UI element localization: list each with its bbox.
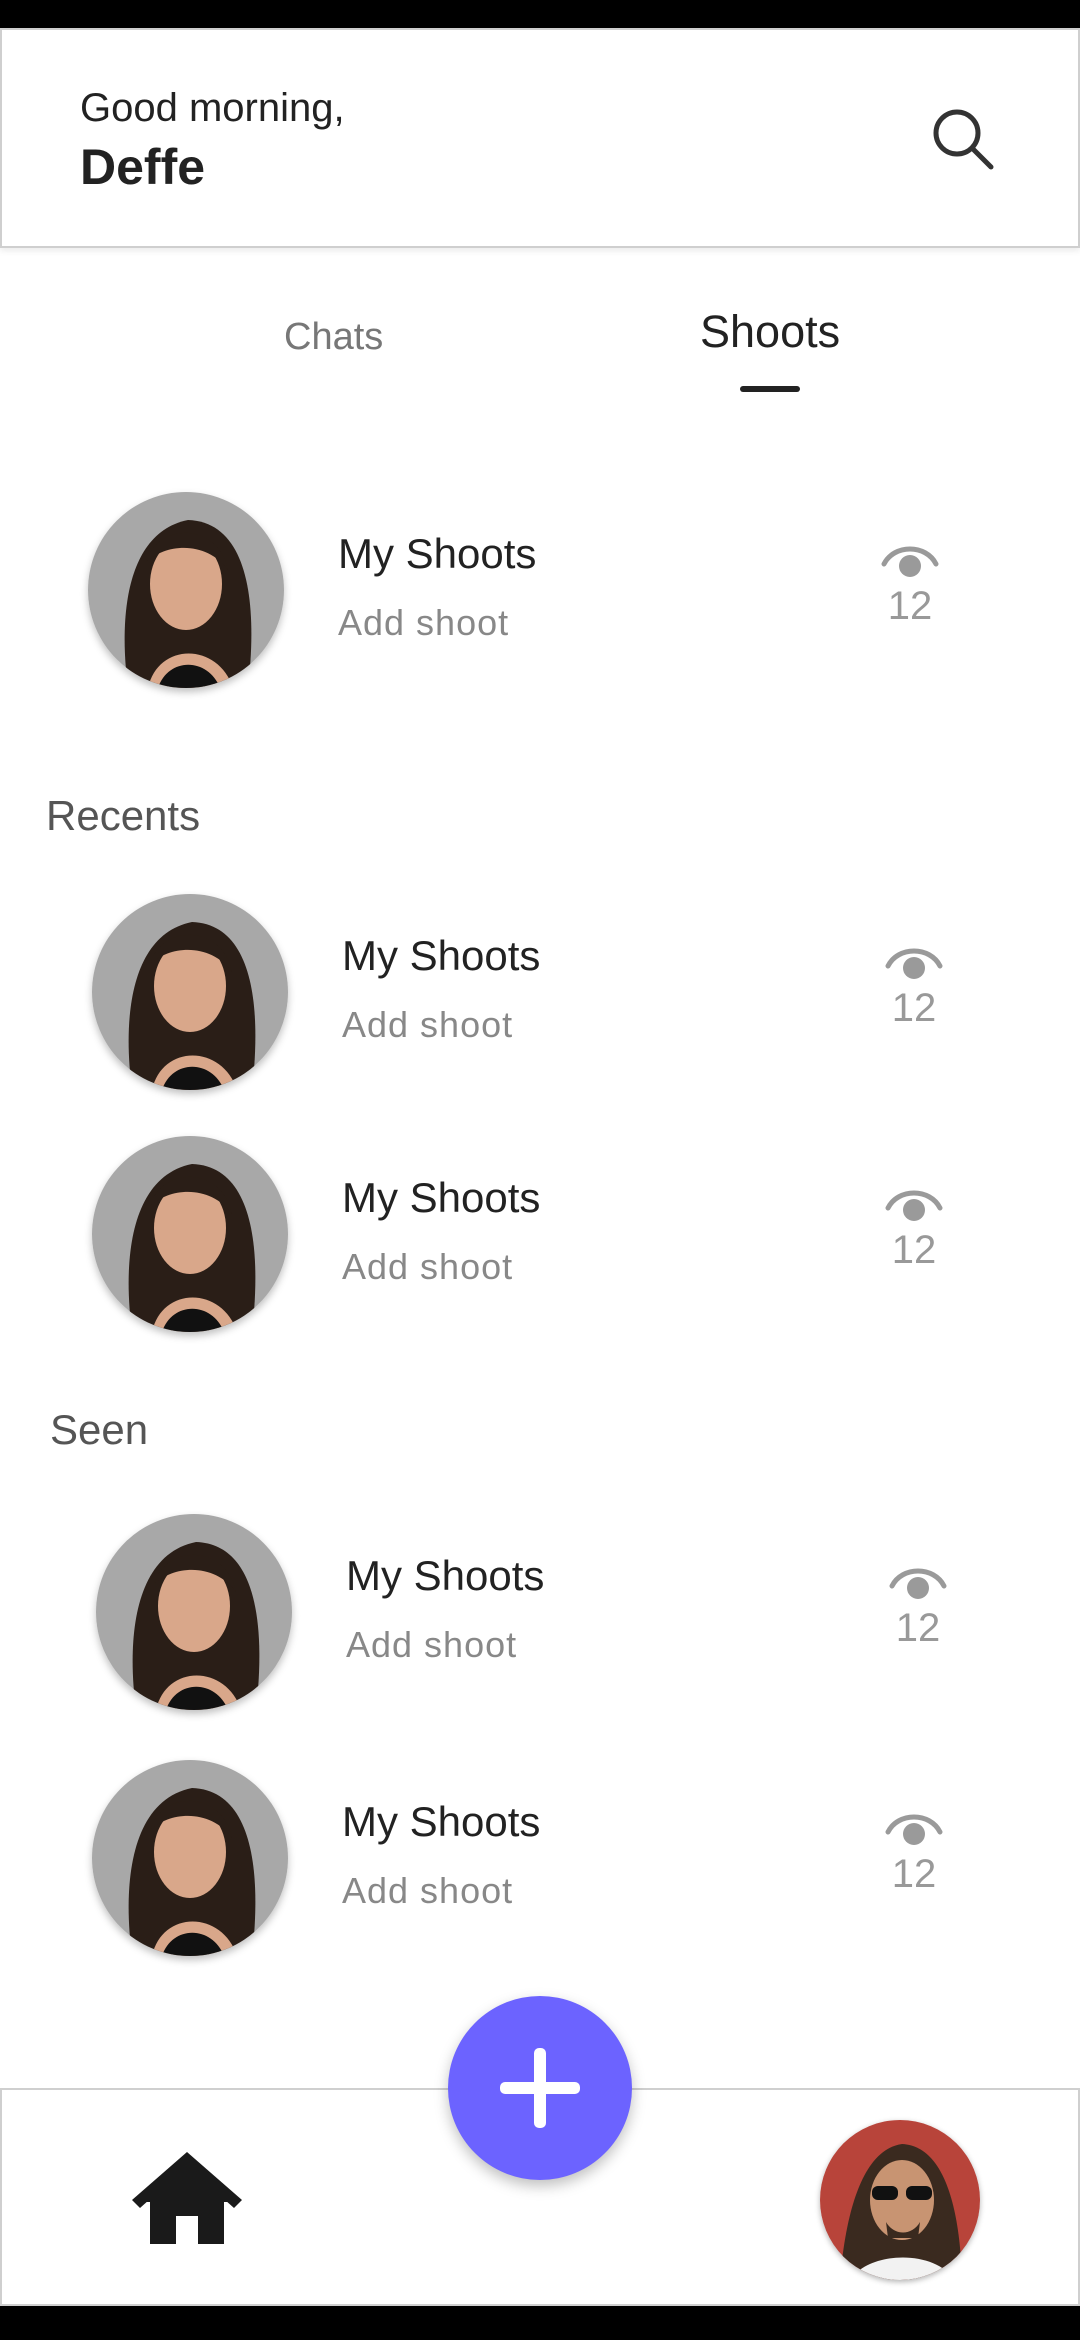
home-icon bbox=[132, 2152, 242, 2244]
view-count: 12 bbox=[895, 1606, 941, 1650]
avatar bbox=[96, 1514, 292, 1710]
shoot-subtitle: Add shoot bbox=[342, 1870, 514, 1911]
home-button[interactable] bbox=[132, 2152, 242, 2248]
recents-header: Recents bbox=[46, 792, 201, 839]
eye-icon bbox=[889, 1568, 947, 1599]
list-item[interactable]: My Shoots Add shoot 12 bbox=[0, 1514, 1080, 1714]
avatar bbox=[92, 1136, 288, 1332]
shoot-title: My Shoots bbox=[346, 1552, 545, 1599]
avatar bbox=[88, 492, 284, 688]
tab-chats[interactable]: Chats bbox=[284, 316, 383, 359]
tab-shoots[interactable]: Shoots bbox=[700, 306, 840, 358]
list-item[interactable]: My Shoots Add shoot 12 bbox=[0, 1760, 1080, 1960]
shoot-title: My Shoots bbox=[338, 530, 537, 577]
list-item[interactable]: My Shoots Add shoot 12 bbox=[0, 894, 1080, 1094]
shoot-title: My Shoots bbox=[342, 1174, 541, 1221]
username-text: Deffe bbox=[80, 139, 206, 195]
search-button[interactable] bbox=[928, 104, 998, 174]
add-shoot-button[interactable] bbox=[448, 1996, 632, 2180]
avatar bbox=[92, 1760, 288, 1956]
shoots-screen: Good morning, Deffe Chats Shoots My Shoo… bbox=[0, 28, 1080, 2306]
eye-icon bbox=[885, 1814, 943, 1845]
eye-icon bbox=[885, 948, 943, 979]
shoot-subtitle: Add shoot bbox=[338, 602, 510, 643]
shoot-title: My Shoots bbox=[342, 932, 541, 979]
list-item[interactable]: My Shoots Add shoot 12 bbox=[0, 1136, 1080, 1336]
shoot-subtitle: Add shoot bbox=[342, 1246, 514, 1287]
my-shoots-row[interactable]: My Shoots Add shoot 12 bbox=[0, 492, 1080, 692]
avatar bbox=[92, 894, 288, 1090]
shoot-subtitle: Add shoot bbox=[342, 1004, 514, 1045]
seen-header: Seen bbox=[50, 1406, 149, 1453]
eye-icon bbox=[881, 546, 939, 577]
shoot-title: My Shoots bbox=[342, 1798, 541, 1845]
view-count: 12 bbox=[891, 986, 937, 1030]
shoot-subtitle: Add shoot bbox=[346, 1624, 518, 1665]
view-count: 12 bbox=[891, 1852, 937, 1896]
profile-avatar[interactable] bbox=[820, 2120, 980, 2280]
view-count: 12 bbox=[891, 1228, 937, 1272]
app-header: Good morning, Deffe bbox=[0, 28, 1080, 248]
search-icon bbox=[933, 109, 994, 170]
eye-icon bbox=[885, 1190, 943, 1221]
greeting-text: Good morning, bbox=[80, 86, 345, 130]
active-tab-indicator bbox=[740, 386, 800, 392]
view-count: 12 bbox=[887, 584, 933, 628]
